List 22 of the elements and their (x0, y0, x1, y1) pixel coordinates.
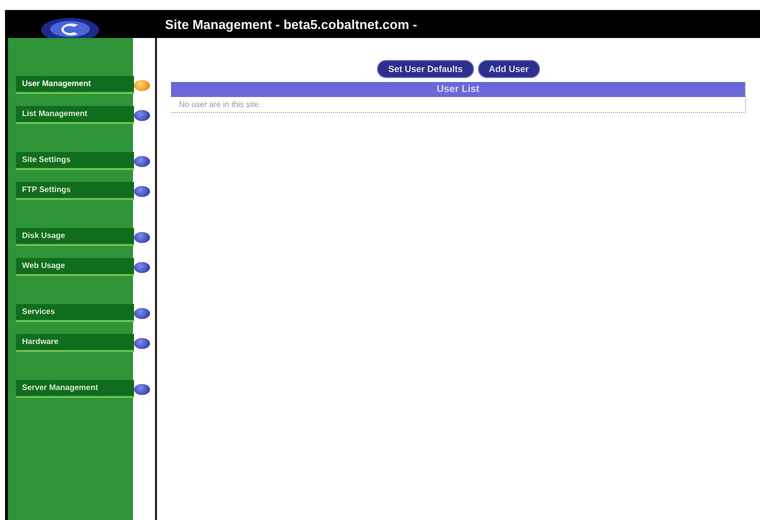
sidebar-item[interactable]: List Management (16, 106, 134, 124)
sidebar-item[interactable]: Disk Usage (16, 228, 134, 246)
sidebar-item[interactable]: FTP Settings (16, 182, 134, 200)
ball-icon[interactable] (134, 308, 150, 318)
ball-icon[interactable] (134, 110, 150, 120)
sidebar-item[interactable]: Services (16, 304, 134, 322)
window-title: Site Management - beta5.cobaltnet.com - (164, 16, 418, 32)
sidebar-item[interactable]: Web Usage (16, 258, 134, 276)
ball-icon[interactable] (134, 186, 150, 196)
sidebar-item[interactable]: Site Settings (16, 152, 134, 170)
ball-icon[interactable] (134, 232, 150, 242)
ball-icon[interactable] (134, 262, 150, 272)
ball-icon[interactable] (134, 156, 150, 166)
table-cell-text: No user are in this site. (178, 99, 262, 111)
action-button[interactable]: Add User (478, 60, 540, 78)
ball-icon[interactable] (134, 384, 150, 394)
sidebar-item[interactable]: User Management (16, 76, 134, 94)
sidebar-item[interactable]: Hardware (16, 334, 134, 352)
table-header: User List (171, 82, 745, 97)
action-button[interactable]: Set User Defaults (377, 60, 474, 78)
ball-icon[interactable] (134, 338, 150, 348)
sidebar-item[interactable]: Server Management (16, 380, 134, 398)
